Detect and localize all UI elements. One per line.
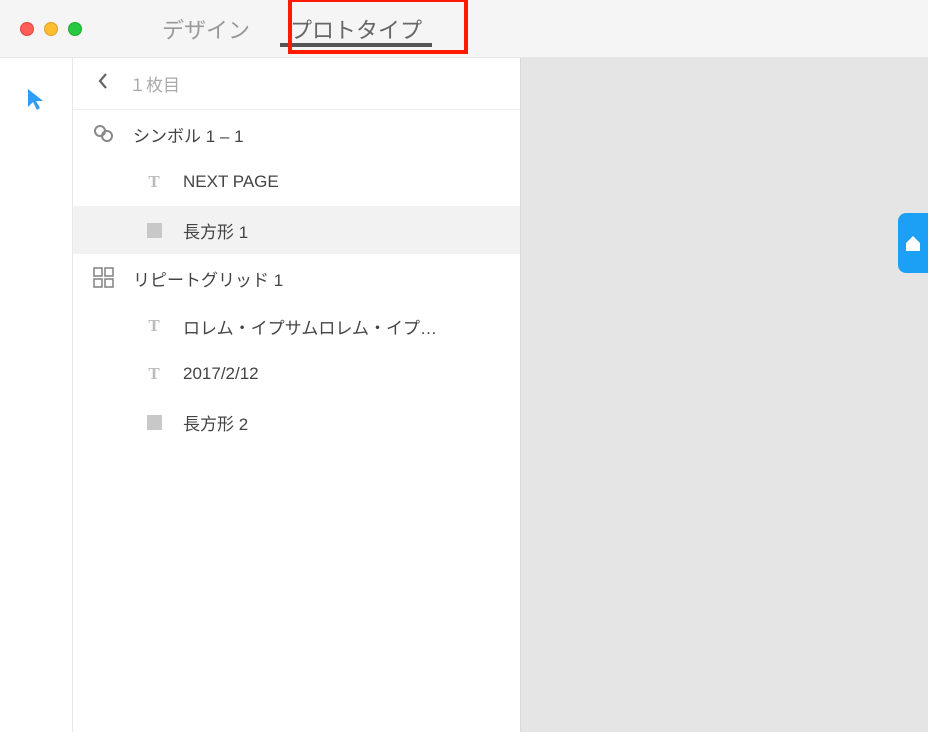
- layer-label: 長方形 1: [183, 218, 248, 243]
- layer-label: シンボル 1 – 1: [133, 122, 244, 147]
- tab-design[interactable]: デザイン: [142, 0, 270, 57]
- layer-rect-1[interactable]: 長方形 1: [73, 206, 520, 254]
- share-tab-button[interactable]: [898, 213, 928, 273]
- layer-lorem[interactable]: T ロレム・イプサムロレム・イプ…: [73, 302, 520, 350]
- window-close-button[interactable]: [20, 22, 34, 36]
- window-zoom-button[interactable]: [68, 22, 82, 36]
- content-area: １枚目 シンボル 1 – 1 T NEXT PAGE 長方形 1: [0, 58, 928, 732]
- breadcrumb-back-icon[interactable]: [97, 72, 109, 96]
- text-icon: T: [143, 171, 165, 193]
- titlebar: デザイン プロトタイプ: [0, 0, 928, 58]
- breadcrumb: １枚目: [73, 58, 520, 110]
- breadcrumb-page-label: １枚目: [129, 71, 180, 96]
- layer-label: リピートグリッド 1: [133, 266, 283, 291]
- layer-date[interactable]: T 2017/2/12: [73, 350, 520, 398]
- layer-symbol-1[interactable]: シンボル 1 – 1: [73, 110, 520, 158]
- layer-label: 2017/2/12: [183, 364, 259, 384]
- text-icon: T: [143, 315, 165, 337]
- mode-tabs: デザイン プロトタイプ: [142, 0, 442, 57]
- left-toolbar: [0, 58, 73, 732]
- repeat-grid-icon: [93, 267, 115, 289]
- tab-prototype[interactable]: プロトタイプ: [270, 0, 442, 57]
- canvas[interactable]: [521, 58, 928, 732]
- layers-panel: １枚目 シンボル 1 – 1 T NEXT PAGE 長方形 1: [73, 58, 521, 732]
- rectangle-icon: [143, 411, 165, 433]
- home-icon: [904, 234, 922, 252]
- layer-label: NEXT PAGE: [183, 172, 279, 192]
- layer-label: 長方形 2: [183, 410, 248, 435]
- selection-tool-icon[interactable]: [26, 88, 46, 110]
- traffic-lights: [0, 22, 82, 36]
- rectangle-icon: [143, 219, 165, 241]
- layer-next-page[interactable]: T NEXT PAGE: [73, 158, 520, 206]
- symbol-icon: [93, 123, 115, 145]
- layer-label: ロレム・イプサムロレム・イプ…: [183, 314, 437, 339]
- window-minimize-button[interactable]: [44, 22, 58, 36]
- layer-rect-2[interactable]: 長方形 2: [73, 398, 520, 446]
- layer-repeat-grid[interactable]: リピートグリッド 1: [73, 254, 520, 302]
- text-icon: T: [143, 363, 165, 385]
